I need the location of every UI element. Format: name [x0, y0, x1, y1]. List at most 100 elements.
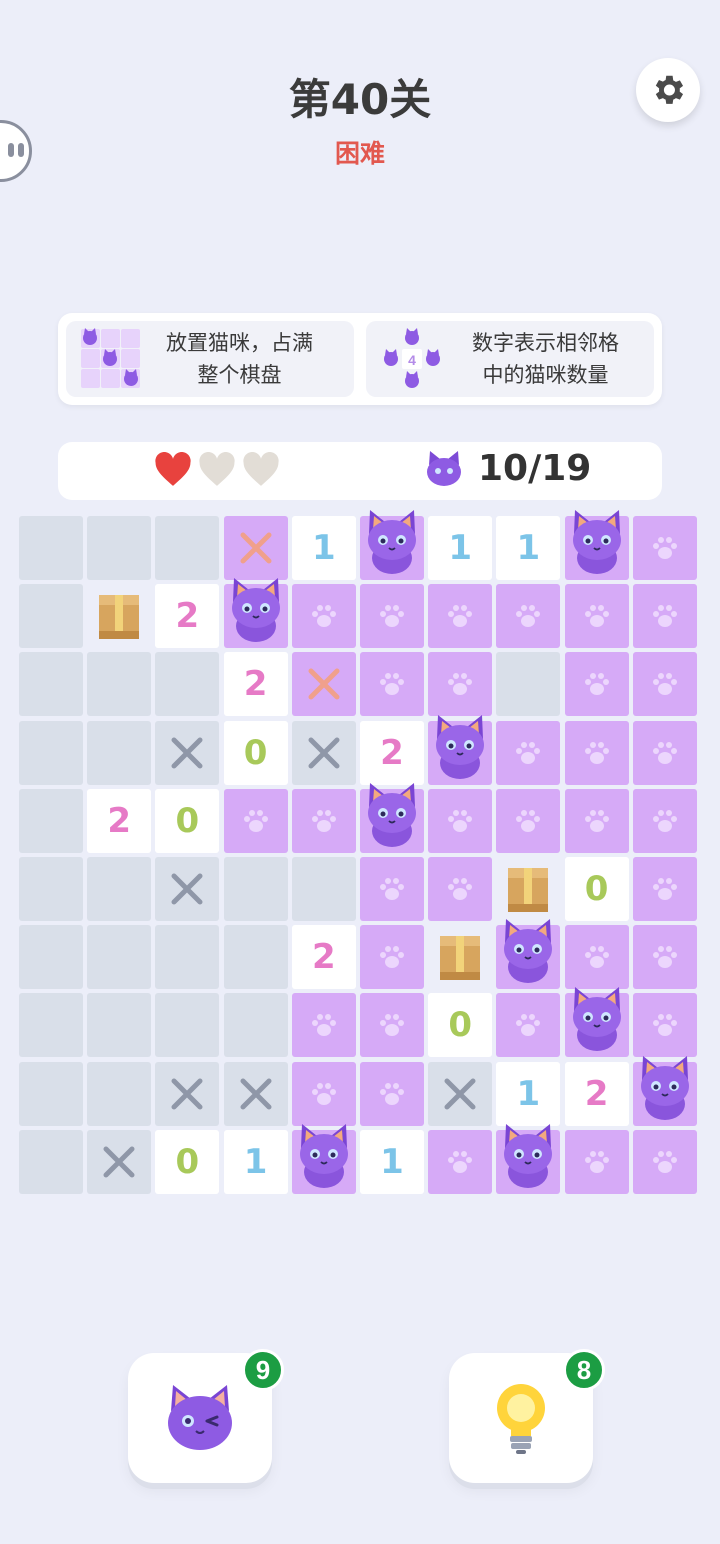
- settings-button[interactable]: [636, 58, 700, 122]
- board-cell-paw[interactable]: [428, 857, 493, 921]
- board-cell-paw[interactable]: [632, 925, 697, 990]
- board-cell-paw[interactable]: [632, 652, 697, 717]
- board-cell-empty[interactable]: [19, 720, 83, 785]
- board-cell-paw[interactable]: [632, 857, 697, 921]
- board-cell-number[interactable]: 2: [291, 925, 356, 990]
- board-cell-paw[interactable]: [496, 584, 561, 649]
- board-cell-number[interactable]: 1: [360, 1129, 424, 1194]
- board-cell-number[interactable]: 2: [155, 584, 220, 649]
- board-cell-empty[interactable]: [19, 1061, 83, 1126]
- board-cell-empty[interactable]: [87, 925, 152, 990]
- board-cell-paw[interactable]: [632, 1129, 697, 1194]
- board-cell-number[interactable]: 0: [155, 788, 220, 853]
- board-cell-box[interactable]: [428, 925, 492, 989]
- board-cell-paw[interactable]: [632, 720, 697, 785]
- board-cell-cross[interactable]: [428, 1061, 493, 1126]
- board-cell-empty[interactable]: [87, 1061, 152, 1126]
- board-cell-empty[interactable]: [19, 993, 83, 1058]
- board-cell-cat[interactable]: [428, 714, 493, 785]
- board-cell-paw[interactable]: [291, 584, 356, 649]
- board-cell-empty[interactable]: [87, 720, 152, 785]
- board-cell-cat[interactable]: [223, 578, 288, 649]
- board-cell-paw[interactable]: [291, 788, 356, 853]
- board-cell-number[interactable]: 1: [496, 1061, 561, 1126]
- board-cell-paw[interactable]: [428, 1129, 493, 1194]
- board-cell-cat[interactable]: [360, 510, 424, 580]
- board-cell-number[interactable]: 1: [291, 516, 356, 580]
- board-cell-number[interactable]: 0: [155, 1129, 220, 1194]
- board-cell-empty[interactable]: [87, 516, 152, 580]
- board-cell-paw[interactable]: [360, 857, 424, 921]
- board-cell-paw[interactable]: [564, 652, 629, 717]
- board-cell-paw[interactable]: [632, 584, 697, 649]
- board-cell-cat[interactable]: [496, 1123, 561, 1194]
- board-cell-empty[interactable]: [155, 925, 220, 990]
- board-cell-cross[interactable]: [87, 1129, 152, 1194]
- board-cell-empty[interactable]: [19, 652, 83, 717]
- board-cell-cross[interactable]: [155, 1061, 220, 1126]
- board-cell-number[interactable]: 0: [223, 720, 288, 785]
- board-cell-cat[interactable]: [564, 510, 629, 580]
- board-cell-empty[interactable]: [155, 993, 220, 1058]
- board-cell-number[interactable]: 2: [223, 652, 288, 717]
- board-cell-empty[interactable]: [223, 925, 288, 990]
- board-cell-paw[interactable]: [564, 1129, 629, 1194]
- board-cell-paw[interactable]: [360, 925, 424, 990]
- board-cell-cat[interactable]: [360, 782, 424, 853]
- board-cell-cat[interactable]: [564, 987, 629, 1058]
- board-cell-paw[interactable]: [496, 993, 561, 1058]
- board-cell-paw[interactable]: [632, 788, 697, 853]
- board-cell-empty[interactable]: [87, 857, 152, 921]
- board-cell-cat[interactable]: [632, 1055, 697, 1126]
- board-cell-paw[interactable]: [496, 788, 561, 853]
- board-cell-paw[interactable]: [360, 1061, 424, 1126]
- board-cell-empty[interactable]: [87, 993, 152, 1058]
- board-cell-paw[interactable]: [291, 1061, 356, 1126]
- board-cell-paw[interactable]: [360, 993, 424, 1058]
- board-cell-cross-error[interactable]: [223, 516, 288, 580]
- board-cell-empty[interactable]: [87, 652, 152, 717]
- board-cell-paw[interactable]: [632, 993, 697, 1058]
- board-cell-empty[interactable]: [19, 584, 83, 649]
- board-cell-paw[interactable]: [428, 652, 493, 717]
- board-cell-empty[interactable]: [19, 1129, 83, 1194]
- board-cell-paw[interactable]: [564, 720, 629, 785]
- board-cell-number[interactable]: 1: [223, 1129, 288, 1194]
- board-cell-paw[interactable]: [564, 925, 629, 990]
- board-cell-empty[interactable]: [223, 993, 288, 1058]
- board-cell-cross[interactable]: [155, 720, 220, 785]
- board-cell-cross-error[interactable]: [291, 652, 356, 717]
- board-cell-cat[interactable]: [496, 919, 561, 990]
- board-cell-number[interactable]: 1: [428, 516, 493, 580]
- board-cell-paw[interactable]: [223, 788, 288, 853]
- board-cell-paw[interactable]: [496, 720, 561, 785]
- board-cell-empty[interactable]: [155, 516, 220, 580]
- board-cell-empty[interactable]: [19, 857, 83, 921]
- board-cell-empty[interactable]: [19, 925, 83, 990]
- board-cell-number[interactable]: 1: [496, 516, 561, 580]
- board-cell-empty[interactable]: [496, 652, 561, 717]
- board-cell-empty[interactable]: [223, 857, 288, 921]
- board-cell-paw[interactable]: [428, 788, 493, 853]
- board-cell-empty[interactable]: [19, 788, 83, 853]
- board-cell-number[interactable]: 2: [87, 788, 152, 853]
- board-cell-number[interactable]: 0: [564, 857, 629, 921]
- board-cell-cross[interactable]: [291, 720, 356, 785]
- place-cat-powerup-button[interactable]: 9: [128, 1349, 284, 1483]
- board-cell-paw[interactable]: [360, 652, 424, 717]
- board-cell-box[interactable]: [496, 857, 560, 921]
- board-cell-paw[interactable]: [291, 993, 356, 1058]
- board-cell-box[interactable]: [87, 584, 151, 648]
- board-cell-paw[interactable]: [360, 584, 424, 649]
- board-cell-empty[interactable]: [19, 516, 83, 580]
- board-cell-number[interactable]: 2: [360, 720, 424, 785]
- side-menu-tab[interactable]: [0, 120, 32, 182]
- board-cell-number[interactable]: 2: [564, 1061, 629, 1126]
- board-cell-paw[interactable]: [428, 584, 493, 649]
- board-cell-cross[interactable]: [223, 1061, 288, 1126]
- board-cell-empty[interactable]: [155, 652, 220, 717]
- board-cell-cross[interactable]: [155, 857, 220, 921]
- board-cell-paw[interactable]: [564, 788, 629, 853]
- board-cell-empty[interactable]: [291, 857, 356, 921]
- board-cell-cat[interactable]: [291, 1123, 356, 1194]
